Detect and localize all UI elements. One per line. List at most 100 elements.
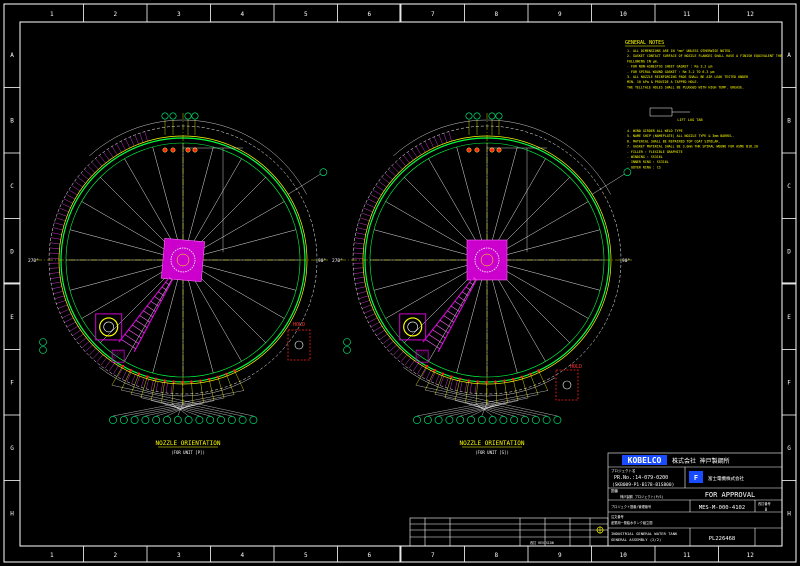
hatch-line [359, 217, 370, 222]
shell-nozzle [216, 375, 220, 379]
hatch-line [165, 382, 168, 393]
grid-column-label: 2 [113, 11, 117, 18]
grid-column-label: 9 [558, 11, 562, 18]
note-line: - FOR SPIRAL WOUND GASKET : Ra 3.2 TO 6.… [627, 70, 714, 74]
nozzle-leader-bottom [226, 373, 235, 395]
hatch-line [363, 309, 374, 314]
hatch-line [399, 158, 407, 167]
hatch-line [49, 252, 60, 254]
hatch-line [353, 267, 364, 269]
kobelco-logo-text: KOBELCO [628, 456, 662, 465]
hatch-line [50, 242, 61, 245]
roof-rafter [498, 177, 570, 249]
hatch-line [77, 176, 86, 184]
nozzle-bubble-bottom [542, 416, 551, 424]
hatch-line [358, 295, 369, 299]
stair-tread [436, 324, 449, 334]
notes-detail-sketch: LIFT LUG TAB [649, 107, 703, 122]
note-line: THE TELLTALE HOLES SHALL BE PLUGGED WITH… [627, 85, 744, 89]
note-line: 7. GASKET MATERIAL SHALL BE 3.0mm THK SP… [627, 145, 758, 149]
hatch-line [395, 161, 403, 170]
hatch-line [61, 203, 71, 208]
nozzle-bubble-bottom [413, 416, 421, 424]
center-roof-manhole [466, 239, 508, 281]
nozzle-leader-bottom-ext [161, 402, 200, 417]
grid-column-label: 10 [620, 11, 628, 18]
cad-drawing-sheet: 112233445566778899101011111212A AB BC CD DE E… [3, 3, 797, 563]
nozzle-bubble-bottom [477, 416, 486, 424]
wind-girder-hatch [49, 131, 173, 394]
nozzle-bubble-bottom [238, 416, 247, 424]
shell-nozzle [121, 364, 125, 368]
hatch-line [50, 237, 61, 240]
revision-table-label: 改訂 REVISION [530, 540, 554, 545]
nozzle-bubble-right [319, 168, 328, 176]
hatch-line [366, 313, 376, 319]
nozzle-bubble-top [488, 112, 496, 120]
hatch-line [81, 341, 90, 349]
shell-nozzle [520, 375, 524, 379]
nozzle-bubble-bottom [510, 416, 519, 424]
nozzle-leader-bottom [425, 370, 435, 391]
nozzle-leader-right [288, 173, 321, 195]
note-line: - OUTER RING : CS [627, 165, 661, 169]
center-roof-manhole [161, 238, 205, 282]
stair-tread [443, 315, 455, 323]
hatch-line [59, 309, 70, 314]
nozzle-leader-bottom [209, 379, 215, 401]
roof-rafter [100, 177, 172, 249]
roof-rafter [194, 271, 266, 343]
title-block [409, 452, 783, 547]
inner-border [19, 21, 783, 547]
nozzle-bubble-bottom [488, 416, 497, 424]
grid-labels: 112233445566778899101011111212A AB BC CD DE E… [10, 11, 791, 559]
hold-cloud-s: HOLD [555, 364, 582, 401]
note-line: - FILLER : FLEXIBLE GRAPHITE [627, 150, 683, 154]
shell-nozzle [441, 372, 445, 376]
nozzle-bubble-bottom [553, 416, 562, 424]
hatch-line [459, 381, 463, 392]
note-line: MIN. 10 kPa & PROVIDE A TAPPED HOLE. [627, 80, 698, 84]
hatch-line [443, 133, 448, 143]
stair-tread [135, 320, 148, 328]
stair-tread [454, 301, 463, 307]
hold-label-p: HOLD [293, 322, 305, 328]
shell-nozzle [129, 368, 132, 372]
stair-tread [432, 329, 446, 339]
grid-column-label: 5 [304, 11, 308, 18]
hatch-line [373, 325, 383, 332]
hatch-line [440, 376, 445, 386]
stair-tread [465, 286, 472, 291]
nozzle-leader-bottom [200, 380, 204, 403]
grid-row-label: B [787, 117, 791, 124]
hold-label-s: HOLD [570, 364, 582, 370]
shell-nozzle [537, 369, 540, 372]
grid-row-label: A [787, 52, 791, 59]
hatch-line [121, 370, 127, 380]
angle-90-p: 90° [318, 258, 326, 264]
stair-tread [124, 334, 139, 344]
general-notes: GENERAL NOTES 1. ALL DIMENSIONS ARE IN "… [625, 40, 782, 169]
grid-row-label: F [10, 379, 14, 386]
note-line: 5. NAME SHIP (NAMEPLATE) ALL NOZZLE TYPE… [627, 134, 734, 138]
scale-symbol [596, 526, 604, 534]
shell-nozzle [467, 379, 471, 382]
grid-column-label: 8 [494, 11, 498, 18]
nozzle-bubble-top [184, 112, 192, 120]
hatch-line [449, 379, 454, 389]
nozzle-bubble-bottom [173, 416, 182, 424]
grid-row-label: C [10, 183, 14, 190]
grid-row-label: G [10, 445, 14, 452]
shell-nozzle [433, 368, 436, 372]
nozzle-leader-bottom [121, 370, 131, 391]
grid-row-label: G [787, 445, 791, 452]
hatch-line [92, 351, 100, 360]
hatch-line [375, 185, 385, 192]
hatch-line [420, 143, 426, 153]
stair-tread [439, 320, 452, 328]
nozzle-bubble-bottom [423, 416, 432, 424]
hatch-line [360, 300, 370, 304]
nozzle-bubble-bottom [217, 416, 225, 424]
hatch-line [107, 149, 114, 158]
nozzle-leader-bottom-ext [177, 403, 183, 417]
